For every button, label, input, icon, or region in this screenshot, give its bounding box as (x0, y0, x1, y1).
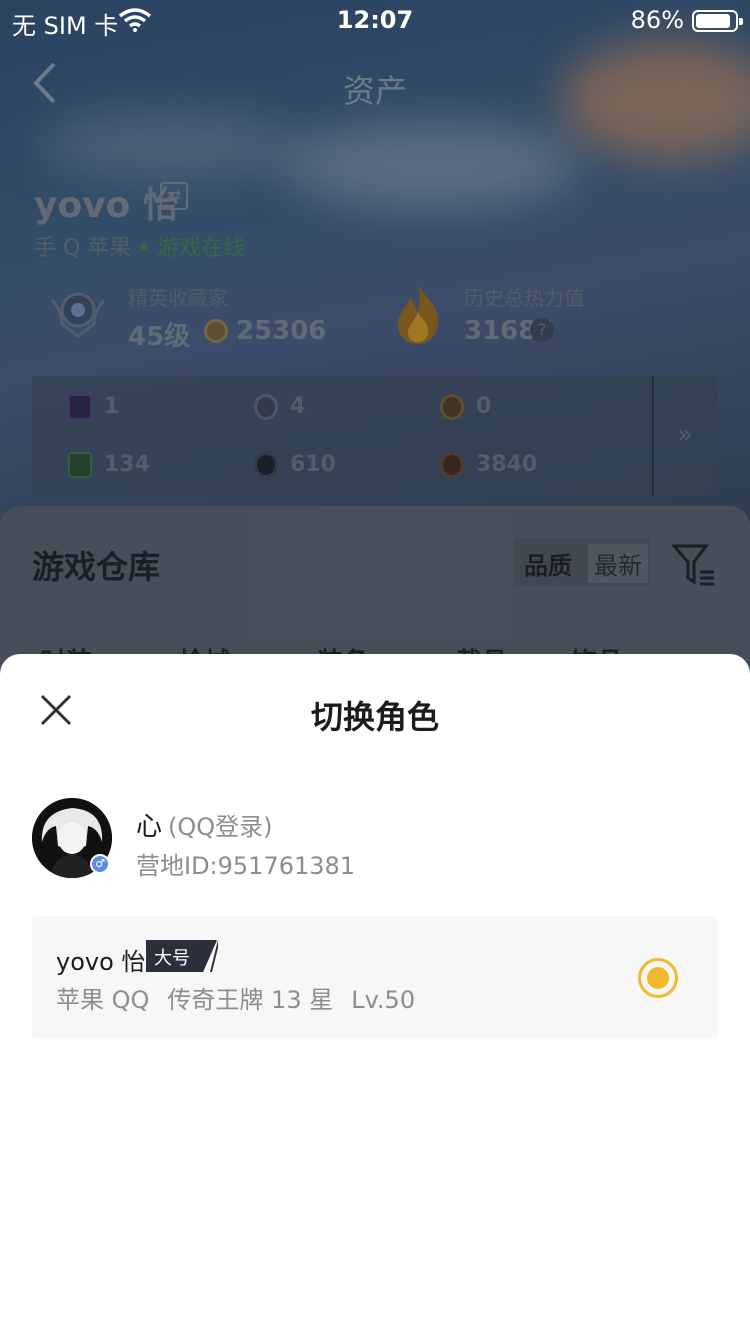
role-name: yovo 怡 (56, 948, 146, 976)
battery-percent: 86% (630, 6, 684, 34)
radio-dot (647, 967, 669, 989)
role-info: 苹果 QQ 传奇王牌 13 星 Lv.50 (56, 980, 433, 1015)
role-platform: 苹果 QQ (56, 986, 150, 1014)
account-nickname: 心 (136, 812, 163, 842)
switch-role-sheet: 切换角色 ♂ 心 (QQ登录) 营地ID:951761381 yovo 怡 大号 … (0, 654, 750, 1334)
account-id: 营地ID:951761381 (136, 852, 356, 880)
battery-icon (692, 10, 743, 32)
status-bar: 无 SIM 卡 12:07 86% (0, 0, 750, 40)
badge-label: 大号 (154, 948, 190, 969)
account-name: 心 (QQ登录) (136, 806, 273, 843)
sheet-title: 切换角色 (310, 698, 439, 736)
role-level: Lv.50 (351, 986, 416, 1014)
account-info: ♂ 心 (QQ登录) 营地ID:951761381 (32, 798, 722, 882)
male-icon: ♂ (90, 854, 110, 874)
battery-fill (696, 14, 730, 28)
battery-nub (739, 18, 743, 25)
login-method: (QQ登录) (168, 813, 273, 841)
selected-radio[interactable] (638, 958, 678, 998)
role-rank: 传奇王牌 13 星 (167, 986, 334, 1014)
role-item[interactable]: yovo 怡 大号 苹果 QQ 传奇王牌 13 星 Lv.50 (32, 916, 718, 1038)
